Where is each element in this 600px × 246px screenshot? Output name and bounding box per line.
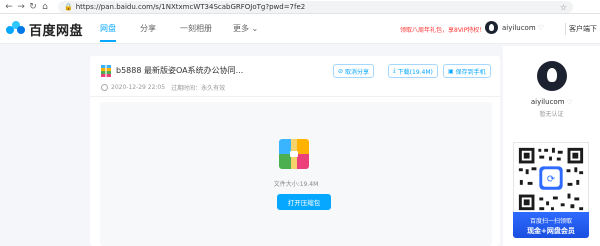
file-size: 文件大小:19.4M xyxy=(273,181,319,188)
cancel-share-button[interactable]: ⊘ 取消分享 xyxy=(333,64,375,78)
tab-netdisk[interactable]: 网盘 xyxy=(100,23,116,42)
save-to-phone-label: 保存到手机 xyxy=(455,68,486,76)
tab-album[interactable]: 一刻相册 xyxy=(180,23,212,34)
tab-more[interactable]: 更多 ⌄ xyxy=(233,23,258,34)
vip-badge-icon: ♡ xyxy=(566,99,573,106)
qr-code: ⟳ xyxy=(513,142,589,216)
vip-badge-icon: ♡ xyxy=(537,23,544,32)
reload-icon[interactable]: ↻ xyxy=(27,2,39,12)
home-icon[interactable]: ⌂ xyxy=(39,2,51,12)
download-icon: ⤓ xyxy=(393,67,396,74)
qr-promo-line1: 百度扫一扫领取 xyxy=(529,218,572,225)
zip-file-icon xyxy=(101,65,111,77)
chevron-down-icon: ⌄ xyxy=(251,24,259,33)
back-icon[interactable]: ← xyxy=(3,2,15,12)
sharer-sidebar: aiyilucom ♡ 暂无认证 ⟳ 百度扫一扫领取 现金+网盘会员 xyxy=(503,46,600,246)
cloud-logo-icon xyxy=(6,21,26,37)
cancel-share-label: 取消分享 xyxy=(345,68,370,76)
svg-text:⟳: ⟳ xyxy=(547,174,555,185)
lock-icon: 🔒 xyxy=(64,3,73,11)
file-preview-area: 文件大小:19.4M 打开压缩包 xyxy=(100,102,492,246)
cancel-share-icon: ⊘ xyxy=(338,67,344,75)
phone-icon: ▣ xyxy=(448,67,454,75)
sharer-name: aiyilucom ♡ xyxy=(503,98,600,106)
download-label: 下载(19.4M) xyxy=(397,68,433,76)
tab-more-label: 更多 xyxy=(233,24,249,33)
user-menu[interactable]: aiyilucom ♡ xyxy=(485,21,544,34)
site-header: 百度网盘 网盘 分享 一刻相册 更多 ⌄ 领取八周年礼包，享8VIP特权！ ai… xyxy=(0,14,600,44)
save-to-phone-button[interactable]: ▣ 保存到手机 xyxy=(443,64,491,78)
clock-icon xyxy=(101,84,108,91)
file-title: b5888 最新版姿OA系统办公协同... xyxy=(116,66,244,75)
sharer-username: aiyilucom xyxy=(530,98,565,106)
star-icon[interactable]: ☆ xyxy=(560,3,567,12)
avatar[interactable] xyxy=(537,61,567,91)
divider xyxy=(565,23,566,35)
avatar xyxy=(485,21,498,34)
tab-share[interactable]: 分享 xyxy=(140,23,156,34)
zip-archive-icon xyxy=(279,139,309,169)
expiry-text: 过期时间：永久有效 xyxy=(171,85,226,92)
file-meta: 2020-12-29 22:05 过期时间：永久有效 xyxy=(101,83,225,92)
logo[interactable]: 百度网盘 xyxy=(6,20,84,39)
header-username: aiyilucom xyxy=(502,23,536,32)
divider xyxy=(90,96,500,97)
url-text: https://pan.baidu.com/s/1NXtxmcWT34ScabG… xyxy=(75,3,306,11)
browser-toolbar: ← → ↻ ⌂ 🔒 https://pan.baidu.com/s/1NXtxm… xyxy=(0,0,600,14)
verify-status: 暂无认证 xyxy=(539,111,564,118)
qr-promo-line2: 现金+网盘会员 xyxy=(527,227,575,235)
logo-text: 百度网盘 xyxy=(29,23,84,39)
share-date: 2020-12-29 22:05 xyxy=(111,84,166,91)
share-card: b5888 最新版姿OA系统办公协同... ⊘ 取消分享 ⤓ 下载(19.4M)… xyxy=(90,56,500,246)
promo-link[interactable]: 领取八周年礼包，享8VIP特权！ xyxy=(400,25,485,34)
download-button[interactable]: ⤓ 下载(19.4M) xyxy=(388,64,438,78)
client-download-link[interactable]: 客户端下 xyxy=(569,24,597,34)
qr-promo-banner[interactable]: 百度扫一扫领取 现金+网盘会员 xyxy=(513,212,589,238)
address-bar[interactable]: 🔒 https://pan.baidu.com/s/1NXtxmcWT34Sca… xyxy=(58,1,573,13)
forward-icon[interactable]: → xyxy=(15,2,27,12)
open-archive-button[interactable]: 打开压缩包 xyxy=(277,194,331,210)
